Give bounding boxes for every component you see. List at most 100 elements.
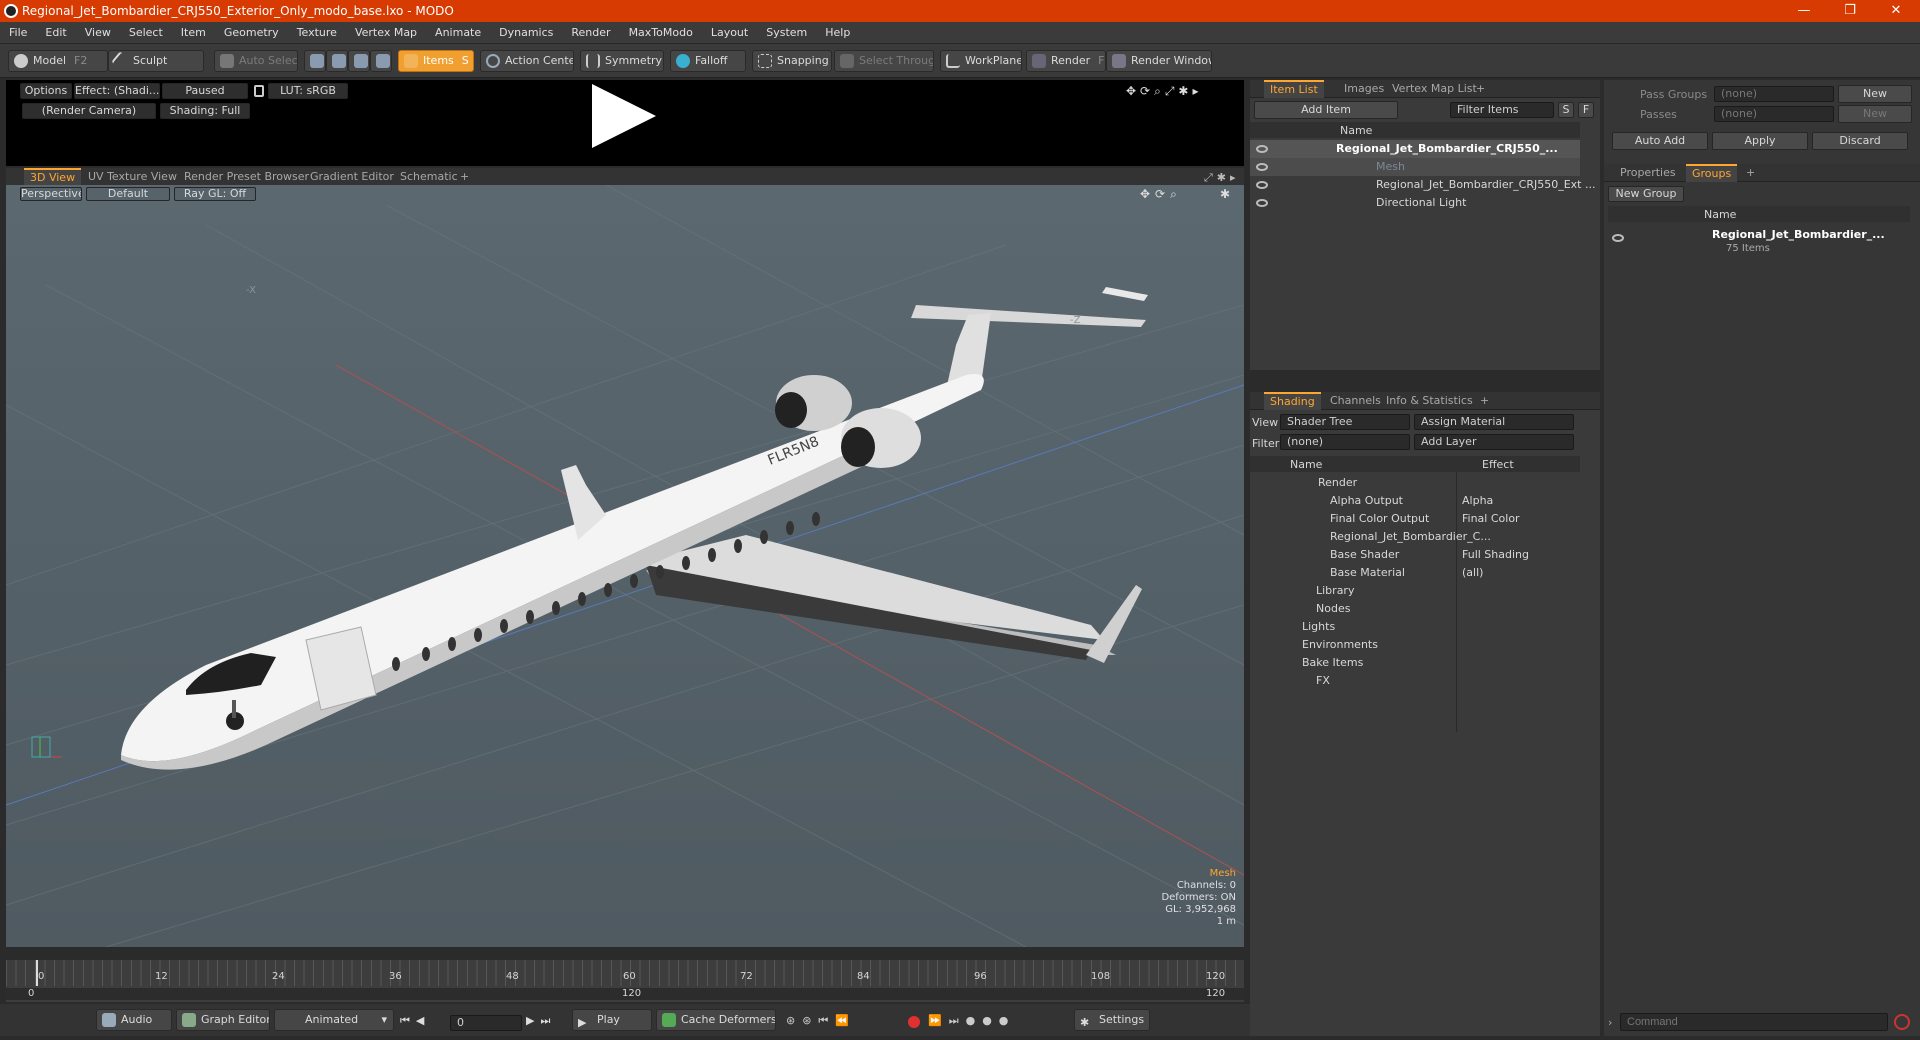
shader-row-bake-items[interactable]: Bake Items [1302,654,1363,672]
itemlist-row-mesh[interactable]: Mesh [1376,158,1405,176]
key-tools-icons[interactable]: ⊛⊛⏮⏪ [786,1014,856,1028]
perspective-dropdown[interactable]: Perspective [20,187,82,201]
tab-gradient-editor[interactable]: Gradient Editor [304,168,400,186]
tab-vertex-map-list[interactable]: Vertex Map List [1386,80,1483,98]
materials-mode-button[interactable] [370,50,392,72]
new-pass-button[interactable]: New [1838,105,1912,123]
tab-render-preset-browser[interactable]: Render Preset Browser [178,168,315,186]
close-button[interactable]: ✕ [1876,2,1916,20]
menu-edit[interactable]: Edit [36,22,75,44]
play-preview-icon[interactable] [592,84,656,148]
next-key-icons[interactable]: ▶⏭ [526,1014,556,1028]
raygl-toggle[interactable]: Ray GL: Off [174,187,256,201]
itemlist-s-button[interactable]: S [1558,102,1574,118]
menu-dynamics[interactable]: Dynamics [490,22,562,44]
new-pass-group-button[interactable]: New [1838,85,1912,103]
itemlist-row-light[interactable]: Directional Light [1376,194,1466,212]
render-camera-dropdown[interactable]: (Render Camera) [22,103,156,119]
edges-mode-button[interactable] [326,50,348,72]
passes-dropdown[interactable]: (none) [1714,106,1834,122]
falloff-button[interactable]: Falloff [670,50,746,72]
shader-row-material-group[interactable]: Regional_Jet_Bombardier_C... [1330,528,1491,546]
shader-row-base-material[interactable]: Base Material [1330,564,1405,582]
menu-animate[interactable]: Animate [426,22,490,44]
shader-effect-final-color[interactable]: Final Color [1462,510,1520,528]
frame-field[interactable]: 0 [450,1015,522,1031]
new-group-button[interactable]: New Group [1608,186,1684,202]
pass-groups-dropdown[interactable]: (none) [1714,86,1834,102]
key-nav-icons[interactable]: ⏩⏭●●● [928,1014,1015,1028]
visibility-eye-icon[interactable] [1256,163,1268,171]
filter-items-input[interactable]: Filter Items [1450,102,1554,118]
shader-row-alpha-output[interactable]: Alpha Output [1330,492,1403,510]
shader-row-fx[interactable]: FX [1316,672,1330,690]
shader-effect-alpha[interactable]: Alpha [1462,492,1493,510]
apply-button[interactable]: Apply [1712,132,1808,150]
shader-filter-dropdown[interactable]: (none) [1280,434,1410,450]
shader-row-final-color[interactable]: Final Color Output [1330,510,1429,528]
sculpt-button[interactable]: Sculpt [108,50,204,72]
viewport-nav-icons[interactable]: ✥⟳⌕ [1140,187,1182,202]
preview-shading-dropdown[interactable]: Shading: Full [160,103,250,119]
jet-model[interactable] [121,287,1148,770]
command-input[interactable] [1620,1013,1888,1031]
menu-maxtomodo[interactable]: MaxToModo [620,22,702,44]
prev-key-icons[interactable]: ⏮◀ [400,1014,430,1028]
itemlist-f-button[interactable]: F [1578,102,1594,118]
items-mode-button[interactable]: Items S [398,50,474,72]
tab-uv-texture-view[interactable]: UV Texture View [82,168,183,186]
add-layer-dropdown[interactable]: Add Layer [1414,434,1574,450]
command-expand-icon[interactable]: › [1608,1016,1612,1029]
tab-properties[interactable]: Properties [1614,164,1682,182]
tab-itemlist-add[interactable]: + [1470,80,1491,98]
render-button[interactable]: Render F9 [1026,50,1106,72]
polygons-mode-button[interactable] [348,50,370,72]
audio-button[interactable]: Audio [96,1009,172,1031]
preview-effect-dropdown[interactable]: Effect: (Shadi... [74,83,160,99]
viewport-settings-icon[interactable]: ✱ [1220,187,1230,201]
visibility-eye-icon[interactable] [1256,181,1268,189]
menu-render[interactable]: Render [562,22,619,44]
render-window-button[interactable]: Render Window [1106,50,1212,72]
3d-viewport[interactable]: FLR5N8 -X -Z Perspective Default Ray GL:… [6,185,1244,947]
auto-select-button[interactable]: Auto Select [214,50,298,72]
shader-row-library[interactable]: Library [1316,582,1354,600]
preview-paused-button[interactable]: Paused [162,83,248,99]
timeline-range-bar[interactable]: 0 120 120 [6,988,1244,1000]
tab-channels[interactable]: Channels [1324,392,1387,410]
menu-layout[interactable]: Layout [702,22,757,44]
menu-geometry[interactable]: Geometry [215,22,288,44]
tab-shading-add[interactable]: + [1474,392,1495,410]
visibility-eye-icon[interactable] [1256,199,1268,207]
preview-nav-icons[interactable]: ✥⟳⌕⤢✱▸ [1126,84,1226,98]
visibility-eye-icon[interactable] [1256,145,1268,153]
tab-groups-add[interactable]: + [1740,164,1761,182]
vertices-mode-button[interactable] [304,50,326,72]
tab-info-statistics[interactable]: Info & Statistics [1380,392,1479,410]
menu-texture[interactable]: Texture [288,22,346,44]
shader-effect-all[interactable]: (all) [1462,564,1483,582]
shader-row-base-shader[interactable]: Base Shader [1330,546,1399,564]
shader-row-environments[interactable]: Environments [1302,636,1378,654]
tab-shading[interactable]: Shading [1264,392,1321,410]
tab-3d-view[interactable]: 3D View [24,168,82,186]
cache-deformers-button[interactable]: Cache Deformers [656,1009,776,1031]
shader-row-nodes[interactable]: Nodes [1316,600,1350,618]
snapping-button[interactable]: Snapping [752,50,832,72]
record-icon[interactable] [908,1016,920,1028]
minimize-button[interactable]: — [1784,2,1824,20]
menu-item[interactable]: Item [172,22,215,44]
shader-view-dropdown[interactable]: Shader Tree [1280,414,1410,430]
action-center-button[interactable]: Action Center [480,50,574,72]
discard-button[interactable]: Discard [1812,132,1908,150]
shading-style-dropdown[interactable]: Default [86,187,170,201]
auto-add-button[interactable]: Auto Add [1612,132,1708,150]
select-through-button[interactable]: Select Through [834,50,934,72]
lock-icon[interactable] [254,85,264,97]
animated-dropdown[interactable]: Animated ▾ [274,1009,394,1031]
graph-editor-button[interactable]: Graph Editor [176,1009,270,1031]
visibility-eye-icon[interactable] [1612,234,1624,242]
restore-button[interactable]: ❐ [1830,2,1870,20]
symmetry-button[interactable]: Symmetry [580,50,664,72]
workplane-button[interactable]: WorkPlane [940,50,1022,72]
